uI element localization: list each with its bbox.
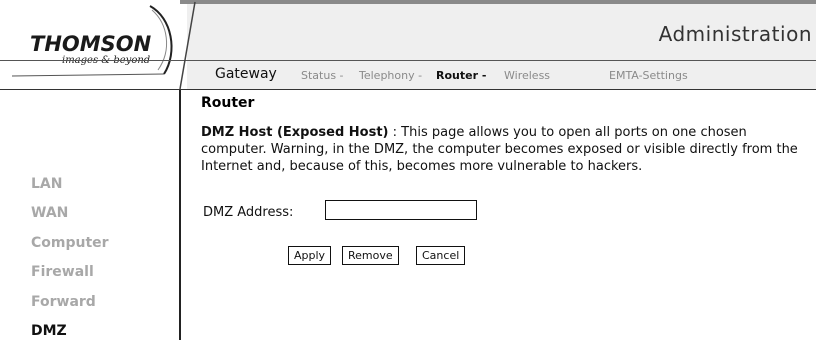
nav-router[interactable]: Router -	[436, 69, 486, 82]
sidebar-item-firewall[interactable]: Firewall	[31, 264, 94, 280]
dmz-address-label: DMZ Address:	[203, 205, 294, 220]
description-heading: DMZ Host (Exposed Host)	[201, 125, 389, 140]
nav-telephony[interactable]: Telephony -	[359, 69, 422, 82]
sidebar-item-lan[interactable]: LAN	[31, 176, 62, 192]
sidebar-divider	[179, 90, 181, 340]
remove-button[interactable]: Remove	[342, 246, 399, 265]
nav-gateway[interactable]: Gateway	[215, 66, 277, 82]
nav-status[interactable]: Status -	[301, 69, 344, 82]
apply-button[interactable]: Apply	[288, 246, 332, 265]
sidebar-item-dmz[interactable]: DMZ	[31, 323, 67, 339]
sidebar-item-wan[interactable]: WAN	[31, 205, 68, 221]
page-description: DMZ Host (Exposed Host) : This page allo…	[201, 124, 801, 175]
section-title: Router	[201, 95, 255, 111]
sidebar-item-computer[interactable]: Computer	[31, 235, 109, 251]
cancel-button[interactable]: Cancel	[416, 246, 466, 265]
dmz-address-input[interactable]	[325, 200, 477, 220]
nav-emta-settings[interactable]: EMTA-Settings	[609, 69, 688, 82]
nav-wireless[interactable]: Wireless	[504, 69, 550, 82]
sidebar-item-forward[interactable]: Forward	[31, 294, 96, 310]
